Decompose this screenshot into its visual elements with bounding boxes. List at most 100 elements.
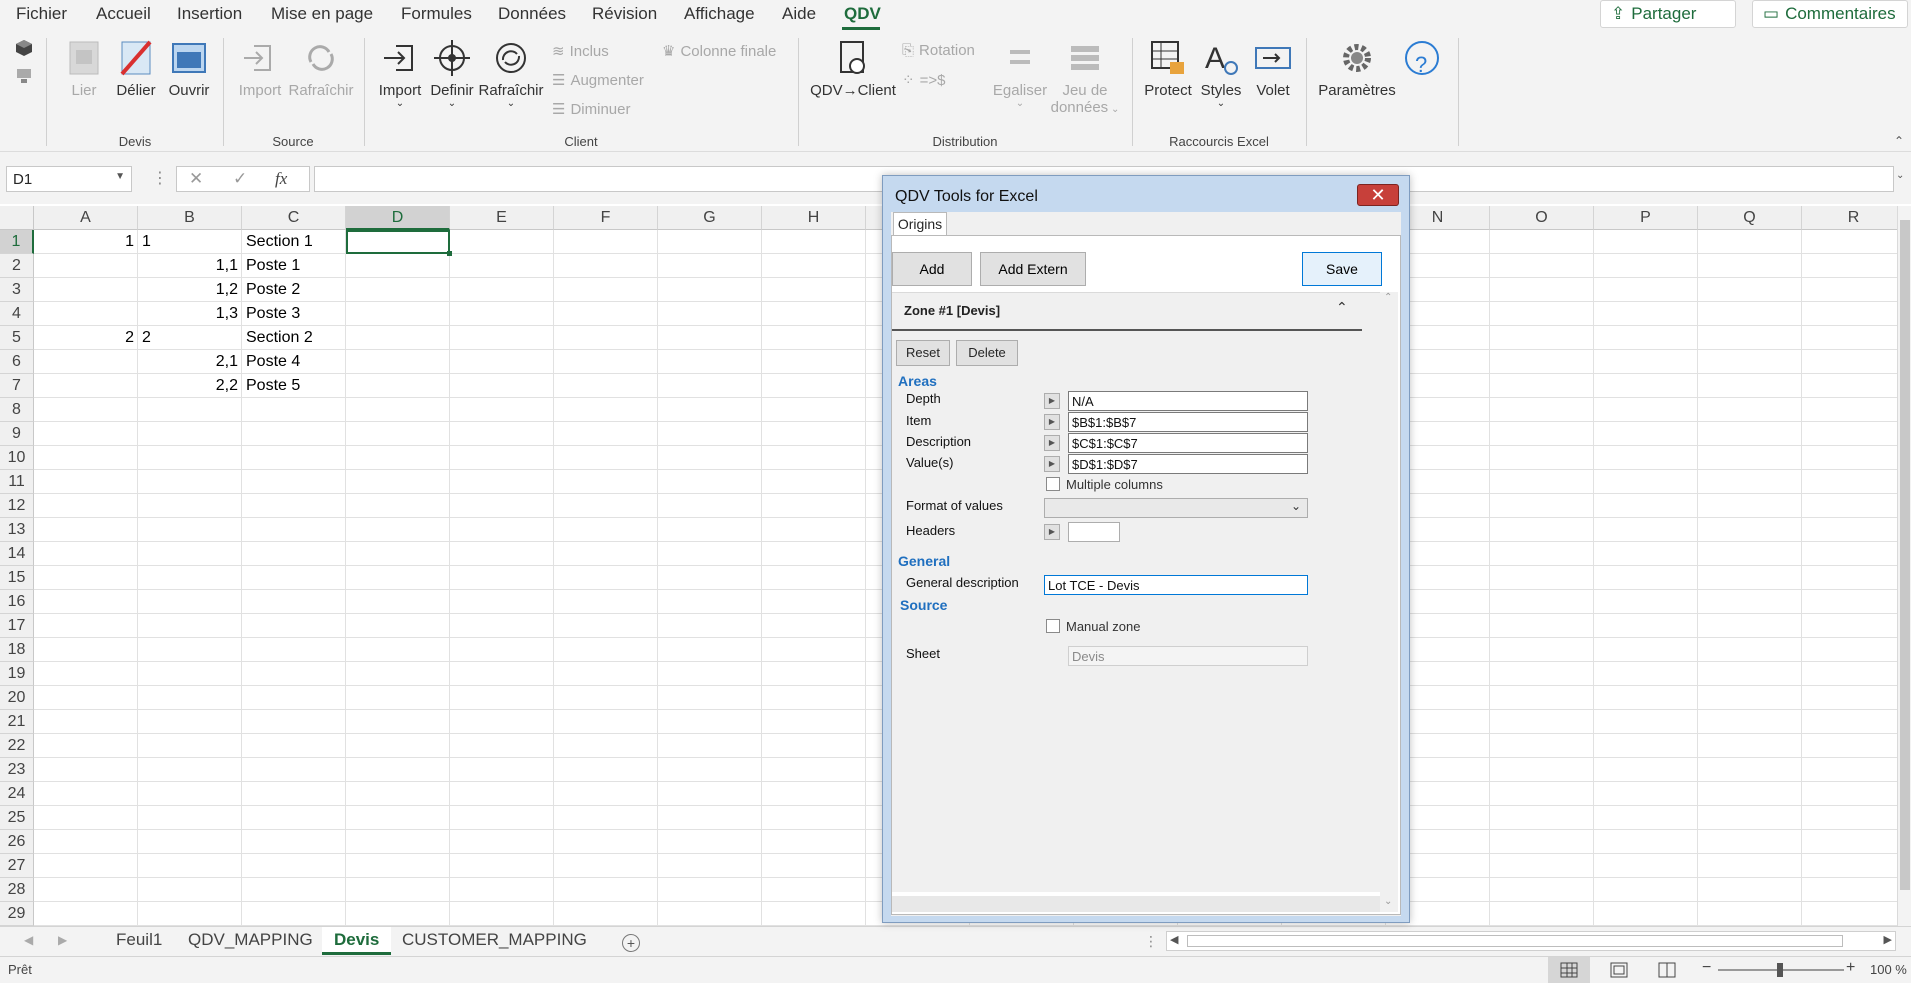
- menu-mise-en-page[interactable]: Mise en page: [271, 4, 373, 24]
- cell-bb[interactable]: 2,1: [138, 350, 242, 374]
- cell-a[interactable]: [34, 302, 138, 326]
- dialog-vertical-scrollbar[interactable]: ⌃ ⌄: [1380, 292, 1398, 912]
- menu-aide[interactable]: Aide: [782, 4, 816, 24]
- cancel-icon[interactable]: ✕: [189, 169, 203, 189]
- ouvrir-button[interactable]: Ouvrir: [164, 38, 214, 99]
- column-header[interactable]: Q: [1698, 206, 1802, 230]
- zoom-slider-thumb[interactable]: [1777, 963, 1783, 977]
- zone-header[interactable]: Zone #1 [Devis]: [904, 303, 1000, 318]
- row-header[interactable]: 23: [0, 758, 34, 782]
- cell-a[interactable]: 1: [34, 230, 138, 254]
- sheet-tab-qdv-mapping[interactable]: QDV_MAPPING: [176, 927, 325, 955]
- item-picker-button[interactable]: ▶: [1044, 414, 1060, 430]
- vertical-scroll-thumb[interactable]: [1900, 220, 1910, 890]
- row-header[interactable]: 7: [0, 374, 34, 398]
- column-header[interactable]: D: [346, 206, 450, 230]
- row-header[interactable]: 10: [0, 446, 34, 470]
- inclus-button[interactable]: ≋ Inclus: [552, 42, 609, 61]
- styles-button[interactable]: A Styles ⌄: [1196, 38, 1246, 109]
- row-header[interactable]: 5: [0, 326, 34, 350]
- normal-view-button[interactable]: [1548, 957, 1590, 983]
- cell-a[interactable]: [34, 254, 138, 278]
- row-header[interactable]: 27: [0, 854, 34, 878]
- enter-icon[interactable]: ✓: [233, 169, 247, 189]
- row-header[interactable]: 18: [0, 638, 34, 662]
- column-header[interactable]: E: [450, 206, 554, 230]
- collapse-ribbon-icon[interactable]: ⌃: [1894, 134, 1904, 148]
- row-header[interactable]: 14: [0, 542, 34, 566]
- depth-picker-button[interactable]: ▶: [1044, 393, 1060, 409]
- menu-revision[interactable]: Révision: [592, 4, 657, 24]
- column-header[interactable]: G: [658, 206, 762, 230]
- row-header[interactable]: 28: [0, 878, 34, 902]
- splitter-icon[interactable]: ⋮: [1144, 933, 1158, 950]
- cell-c[interactable]: Poste 3: [242, 302, 406, 326]
- scroll-down-icon[interactable]: ⌄: [1384, 896, 1392, 907]
- cell-c[interactable]: Poste 4: [242, 350, 406, 374]
- sheet-tab-customer-mapping[interactable]: CUSTOMER_MAPPING: [390, 927, 599, 955]
- fill-handle[interactable]: [447, 251, 452, 256]
- general-description-field[interactable]: Lot TCE - Devis: [1044, 575, 1308, 595]
- cell-c[interactable]: Poste 5: [242, 374, 406, 398]
- depth-field[interactable]: N/A: [1068, 391, 1308, 411]
- menu-qdv[interactable]: QDV: [844, 4, 881, 24]
- row-header[interactable]: 20: [0, 686, 34, 710]
- comments-button[interactable]: ▭ Commentaires: [1752, 0, 1908, 28]
- cell-c[interactable]: Poste 2: [242, 278, 406, 302]
- row-header[interactable]: 26: [0, 830, 34, 854]
- client-import-button[interactable]: Import ⌄: [374, 38, 426, 109]
- row-header[interactable]: 29: [0, 902, 34, 926]
- rotation-button[interactable]: ⎘ Rotation: [902, 42, 975, 59]
- lier-button[interactable]: Lier: [62, 38, 106, 99]
- menu-affichage[interactable]: Affichage: [684, 4, 755, 24]
- source-refresh-button[interactable]: Rafraîchir: [288, 38, 354, 99]
- page-layout-icon[interactable]: [1610, 962, 1628, 978]
- menu-insertion[interactable]: Insertion: [177, 4, 242, 24]
- row-header[interactable]: 6: [0, 350, 34, 374]
- values-field[interactable]: $D$1:$D$7: [1068, 454, 1308, 474]
- item-field[interactable]: $B$1:$B$7: [1068, 412, 1308, 432]
- cell-a[interactable]: [34, 350, 138, 374]
- values-picker-button[interactable]: ▶: [1044, 456, 1060, 472]
- zoom-out-icon[interactable]: −: [1702, 959, 1711, 977]
- jeu-de-donnees-button[interactable]: Jeu de données ⌄: [1050, 38, 1120, 116]
- row-header[interactable]: 22: [0, 734, 34, 758]
- select-all-corner[interactable]: [0, 206, 34, 230]
- manual-zone-checkbox[interactable]: [1046, 619, 1060, 633]
- parametres-button[interactable]: Paramètres: [1318, 38, 1396, 99]
- headers-picker-button[interactable]: ▶: [1044, 524, 1060, 540]
- row-header[interactable]: 24: [0, 782, 34, 806]
- format-select[interactable]: ⌄: [1044, 498, 1308, 518]
- page-break-icon[interactable]: [1658, 962, 1676, 978]
- zoom-level[interactable]: 100 %: [1870, 962, 1907, 977]
- cell-c[interactable]: Section 2: [242, 326, 406, 350]
- description-field[interactable]: $C$1:$C$7: [1068, 433, 1308, 453]
- column-header[interactable]: R: [1802, 206, 1906, 230]
- delier-button[interactable]: Délier: [112, 38, 160, 99]
- row-header[interactable]: 25: [0, 806, 34, 830]
- cell-a[interactable]: [34, 374, 138, 398]
- cube-icon[interactable]: [14, 38, 34, 58]
- description-picker-button[interactable]: ▶: [1044, 435, 1060, 451]
- add-button[interactable]: Add: [892, 252, 972, 286]
- cell-bb[interactable]: 1,2: [138, 278, 242, 302]
- row-header[interactable]: 1: [0, 230, 34, 254]
- column-header[interactable]: A: [34, 206, 138, 230]
- menu-formules[interactable]: Formules: [401, 4, 472, 24]
- qdv-client-button[interactable]: QDV→Client: [810, 38, 896, 99]
- chevron-up-icon[interactable]: ⌃: [1336, 299, 1348, 316]
- scroll-right-icon[interactable]: ▶: [1884, 933, 1892, 946]
- row-header[interactable]: 21: [0, 710, 34, 734]
- cell-a[interactable]: 2: [34, 326, 138, 350]
- close-button[interactable]: ✕: [1357, 184, 1399, 206]
- egaliser-button[interactable]: Egaliser ⌄: [992, 38, 1048, 109]
- cell-a[interactable]: [34, 278, 138, 302]
- network-icon[interactable]: [14, 66, 34, 86]
- row-header[interactable]: 19: [0, 662, 34, 686]
- save-button[interactable]: Save: [1302, 252, 1382, 286]
- row-header[interactable]: 2: [0, 254, 34, 278]
- share-button[interactable]: ⇪ Partager: [1600, 0, 1736, 28]
- row-header[interactable]: 12: [0, 494, 34, 518]
- help-button[interactable]: ?: [1402, 38, 1442, 82]
- client-refresh-button[interactable]: Rafraîchir ⌄: [478, 38, 544, 109]
